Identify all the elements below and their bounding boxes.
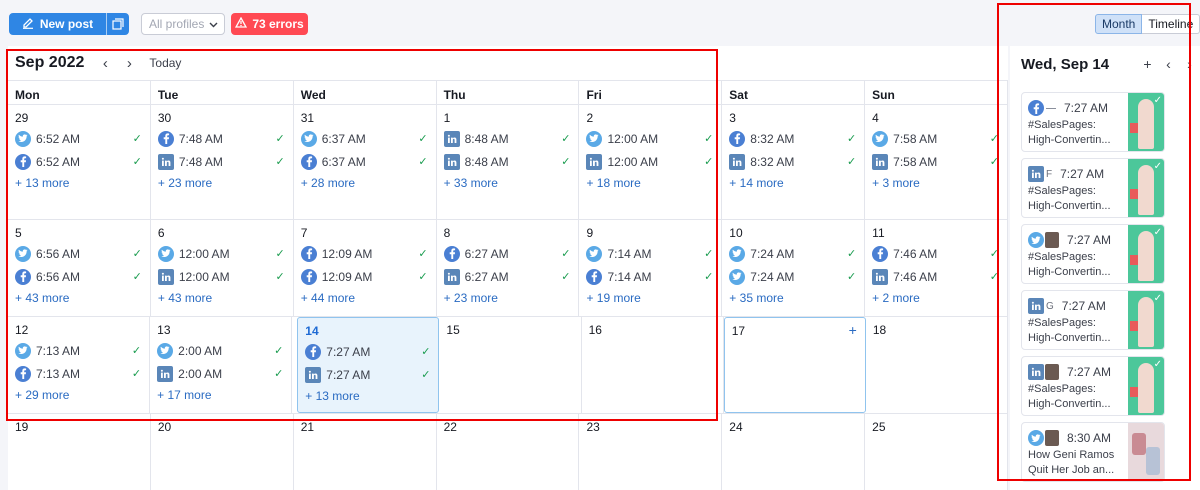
- post-time: 7:58 AM: [893, 131, 938, 146]
- calendar-post[interactable]: 7:58 AM ✓: [872, 127, 1007, 150]
- profiles-select[interactable]: All profiles: [141, 13, 225, 35]
- day-number: 4: [872, 111, 879, 125]
- errors-badge-button[interactable]: 73 errors: [231, 13, 308, 35]
- day-number: 11: [872, 226, 885, 240]
- calendar-post[interactable]: 8:32 AM ✓: [729, 150, 864, 173]
- post-time: 7:46 AM: [893, 246, 938, 261]
- day-cell[interactable]: 4 7:58 AM ✓ 7:58 AM ✓ + 3 more: [865, 105, 1009, 219]
- day-number: 18: [872, 323, 887, 337]
- check-icon: ✓: [846, 271, 857, 283]
- highlight-box-calendar: [6, 49, 718, 421]
- new-post-label: New post: [39, 17, 94, 31]
- calendar-post[interactable]: 7:24 AM ✓: [729, 242, 864, 265]
- linkedin-icon: [872, 268, 889, 285]
- calendar-post[interactable]: 7:46 AM ✓: [872, 242, 1007, 265]
- day-number: 25: [872, 420, 886, 434]
- week-row: 19 20 21 22 23 24 25: [8, 413, 1009, 490]
- errors-label: 73 errors: [252, 17, 304, 31]
- twitter-icon: [729, 245, 746, 262]
- twitter-icon: [872, 130, 889, 147]
- day-number: 17: [731, 324, 746, 338]
- pencil-icon: [22, 17, 34, 32]
- day-cell[interactable]: 22: [437, 414, 580, 490]
- calendar-post[interactable]: 7:46 AM ✓: [872, 265, 1007, 288]
- day-cell[interactable]: 21: [294, 414, 437, 490]
- profiles-select-label: All profiles: [149, 17, 205, 31]
- check-icon: ✓: [846, 156, 857, 168]
- linkedin-icon: [729, 153, 746, 170]
- day-cell[interactable]: 24: [722, 414, 866, 490]
- highlight-box-day-panel: [997, 3, 1191, 481]
- twitter-icon: [729, 268, 746, 285]
- warning-icon: [235, 16, 248, 31]
- post-time: 7:58 AM: [893, 154, 938, 169]
- new-post-button[interactable]: New post: [9, 13, 107, 35]
- facebook-icon: [872, 245, 889, 262]
- post-time: 8:32 AM: [750, 154, 795, 169]
- check-icon: ✓: [846, 248, 857, 260]
- day-cell[interactable]: 3 8:32 AM ✓ 8:32 AM ✓ + 14 more: [722, 105, 866, 219]
- day-cell[interactable]: 17 +: [723, 317, 866, 413]
- day-cell[interactable]: 19: [8, 414, 151, 490]
- post-time: 8:32 AM: [750, 131, 795, 146]
- day-cell[interactable]: 25: [865, 414, 1009, 490]
- post-time: 7:24 AM: [750, 269, 795, 284]
- add-post-icon[interactable]: +: [849, 322, 857, 338]
- more-posts-link[interactable]: + 35 more: [729, 288, 864, 308]
- day-number: 3: [729, 111, 736, 125]
- day-number: 10: [729, 226, 743, 240]
- weekday-label: Sun: [865, 81, 1009, 104]
- post-time: 7:46 AM: [893, 269, 938, 284]
- calendar-post[interactable]: 7:24 AM ✓: [729, 265, 864, 288]
- more-posts-link[interactable]: + 14 more: [729, 173, 864, 193]
- day-cell[interactable]: 20: [151, 414, 294, 490]
- calendar-post[interactable]: 8:32 AM ✓: [729, 127, 864, 150]
- calendar-post[interactable]: 7:58 AM ✓: [872, 150, 1007, 173]
- facebook-icon: [729, 130, 746, 147]
- more-posts-link[interactable]: + 2 more: [872, 288, 1007, 308]
- post-time: 7:24 AM: [750, 246, 795, 261]
- day-cell[interactable]: 23: [579, 414, 723, 490]
- check-icon: ✓: [846, 133, 857, 145]
- new-post-button-group: New post: [9, 13, 129, 35]
- weekday-label: Sat: [722, 81, 866, 104]
- duplicate-icon[interactable]: [107, 13, 129, 35]
- day-cell[interactable]: 10 7:24 AM ✓ 7:24 AM ✓ + 35 more: [722, 220, 866, 316]
- linkedin-icon: [872, 153, 889, 170]
- more-posts-link[interactable]: + 3 more: [872, 173, 1007, 193]
- day-cell[interactable]: 18: [866, 317, 1008, 413]
- chevron-down-icon: [209, 17, 218, 31]
- day-cell[interactable]: 11 7:46 AM ✓ 7:46 AM ✓ + 2 more: [865, 220, 1009, 316]
- day-number: 24: [729, 420, 743, 434]
